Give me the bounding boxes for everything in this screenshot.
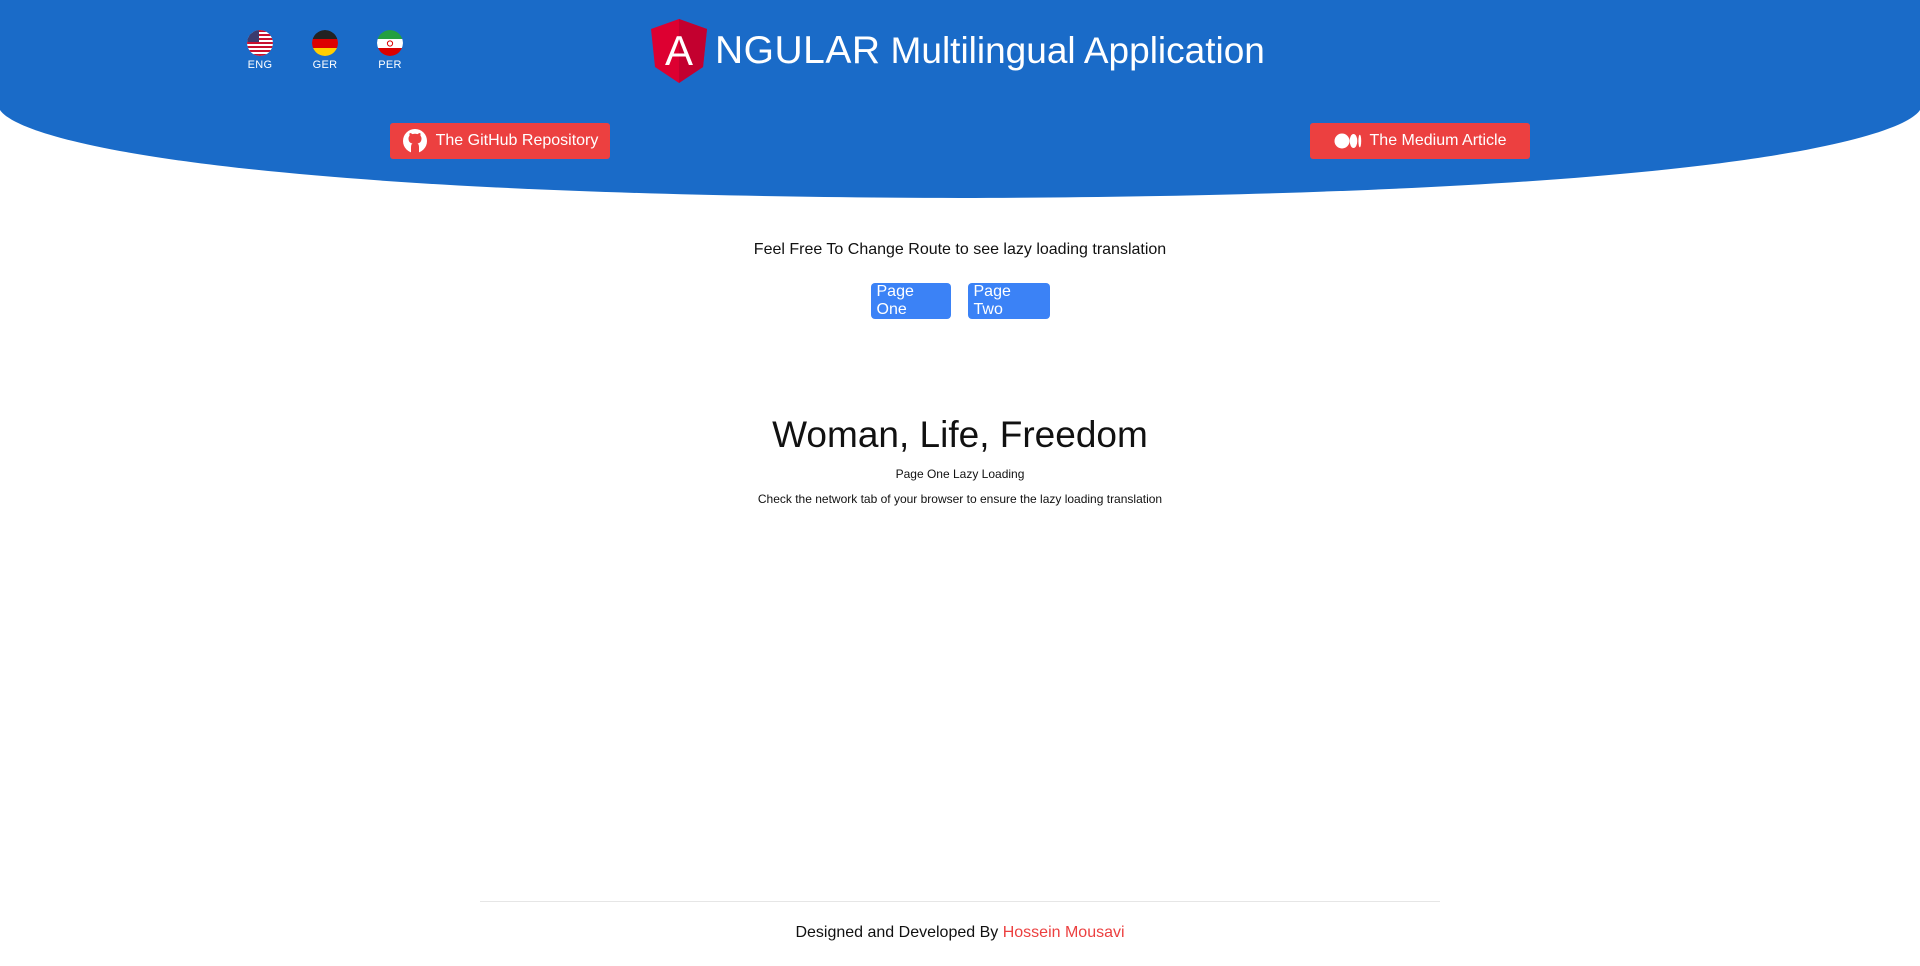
page-one-button[interactable]: Page One <box>870 283 951 319</box>
language-code: GER <box>312 59 338 71</box>
language-option-eng[interactable]: ENG <box>230 30 290 71</box>
page-subtitle: Page One Lazy Loading <box>895 467 1025 481</box>
slogan-heading: Woman, Life, Freedom <box>772 414 1148 455</box>
footer-divider <box>480 901 1440 902</box>
page-two-button[interactable]: Page Two <box>967 283 1050 319</box>
footer-prefix: Designed and Developed By <box>795 924 999 941</box>
footer: Designed and Developed By Hossein Mousav… <box>0 924 1920 942</box>
us-flag-icon <box>247 30 273 56</box>
github-repository-button[interactable]: The GitHub Repository <box>390 123 610 159</box>
title-brand: NGULAR <box>715 29 881 72</box>
language-code: ENG <box>247 59 273 71</box>
page-title: A NGULAR Multilingual Application <box>649 19 1265 83</box>
medium-article-button[interactable]: The Medium Article <box>1310 123 1530 159</box>
medium-icon <box>1334 133 1361 149</box>
network-note: Check the network tab of your browser to… <box>757 492 1163 506</box>
angular-logo-icon: A <box>651 19 707 83</box>
angular-logo-letter: A <box>665 27 693 74</box>
github-icon <box>402 129 427 153</box>
iran-flag-icon <box>377 30 403 56</box>
title-text: Multilingual Application <box>890 30 1265 71</box>
page-navigation: Page One Page Two <box>0 283 1920 319</box>
language-option-per[interactable]: PER <box>360 30 420 71</box>
language-option-ger[interactable]: GER <box>295 30 355 71</box>
github-button-label: The GitHub Repository <box>435 132 599 149</box>
author-link[interactable]: Hossein Mousavi <box>1003 924 1125 941</box>
medium-button-label: The Medium Article <box>1369 132 1507 149</box>
language-code: PER <box>378 59 402 71</box>
germany-flag-icon <box>312 30 338 56</box>
route-hint-text: Feel Free To Change Route to see lazy lo… <box>753 241 1167 258</box>
